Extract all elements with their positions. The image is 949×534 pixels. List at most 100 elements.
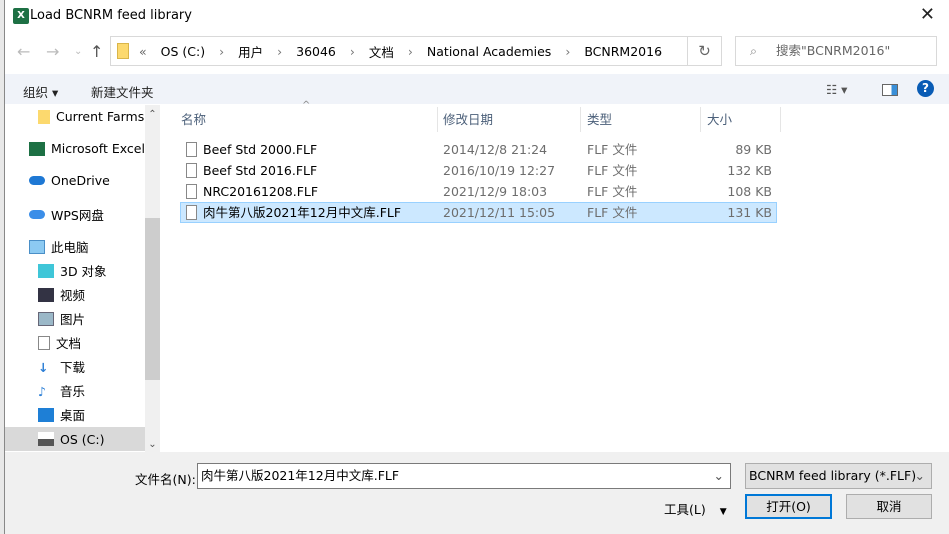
- sidebar-item-label: WPS网盘: [51, 208, 104, 223]
- column-header-name[interactable]: 名称: [181, 107, 206, 132]
- sidebar-item-os-c[interactable]: OS (C:): [5, 427, 145, 451]
- picture-icon: [38, 311, 54, 326]
- breadcrumb-overflow[interactable]: «: [139, 44, 147, 59]
- open-button[interactable]: 打开(O): [745, 494, 832, 519]
- file-row[interactable]: Beef Std 2000.FLF 2014/12/8 21:24 FLF 文件 89…: [180, 139, 777, 160]
- column-divider[interactable]: [780, 107, 781, 132]
- close-button[interactable]: ✕: [920, 4, 935, 25]
- sidebar-item-documents[interactable]: 文档: [38, 333, 81, 352]
- file-name: 肉牛第八版2021年12月中文库.FLF: [203, 205, 402, 220]
- file-icon: [186, 184, 197, 199]
- file-name: Beef Std 2016.FLF: [203, 163, 318, 178]
- filename-value: 肉牛第八版2021年12月中文库.FLF: [201, 468, 400, 483]
- refresh-button[interactable]: ↻: [688, 36, 722, 66]
- column-divider[interactable]: [580, 107, 581, 132]
- breadcrumb-item[interactable]: 36046: [296, 44, 336, 59]
- sidebar-item-excel[interactable]: Microsoft Excel: [29, 141, 145, 156]
- file-size: 108 KB: [727, 184, 772, 199]
- file-date: 2021/12/11 15:05: [443, 205, 556, 220]
- file-icon: [186, 163, 197, 178]
- file-type-select[interactable]: BCNRM feed library (*.FLF) ⌄: [745, 463, 932, 489]
- search-input[interactable]: ⌕ 搜索"BCNRM2016": [735, 36, 937, 66]
- sidebar-item-label: 音乐: [60, 384, 86, 399]
- drive-icon: [38, 432, 54, 446]
- sort-ascending-icon: ^: [302, 100, 311, 111]
- file-size: 89 KB: [735, 142, 772, 157]
- sidebar-item-video[interactable]: 视频: [38, 285, 85, 304]
- chevron-down-icon: ⌄: [914, 468, 925, 483]
- breadcrumb-item[interactable]: 用户: [238, 42, 263, 61]
- file-icon: [186, 142, 197, 157]
- sidebar-item-label: Current Farms: [56, 109, 145, 124]
- column-header-date[interactable]: 修改日期: [443, 107, 493, 132]
- file-type: FLF 文件: [587, 163, 638, 178]
- preview-pane-icon[interactable]: [882, 84, 898, 96]
- filename-input[interactable]: 肉牛第八版2021年12月中文库.FLF ⌄: [197, 463, 731, 489]
- column-divider[interactable]: [700, 107, 701, 132]
- sidebar-item-pictures[interactable]: 图片: [38, 309, 85, 328]
- sidebar-item-label: 视频: [60, 288, 86, 303]
- column-divider[interactable]: [437, 107, 438, 132]
- file-size: 131 KB: [727, 205, 772, 220]
- column-header-size[interactable]: 大小: [707, 107, 732, 132]
- sidebar-item-downloads[interactable]: ↓ 下载: [38, 357, 85, 376]
- music-icon: ♪: [38, 383, 46, 399]
- organize-button[interactable]: 组织 ▾: [23, 82, 58, 101]
- file-type: FLF 文件: [587, 142, 638, 157]
- sidebar-item-label: 文档: [56, 336, 82, 351]
- sidebar-item-this-pc[interactable]: 此电脑: [29, 237, 89, 256]
- sidebar-item-label: 桌面: [60, 408, 86, 423]
- chevron-down-icon[interactable]: ⌄: [714, 464, 724, 488]
- file-date: 2021/12/9 18:03: [443, 184, 548, 199]
- sidebar-item-desktop[interactable]: 桌面: [38, 405, 85, 424]
- sidebar-item-wps[interactable]: WPS网盘: [29, 205, 104, 224]
- file-name: NRC20161208.FLF: [203, 184, 319, 199]
- file-size: 132 KB: [727, 163, 772, 178]
- tools-button[interactable]: 工具(L) ▼: [664, 499, 727, 518]
- address-bar[interactable]: « OS (C:) › 用户 › 36046 › 文档 › National Acade…: [110, 36, 688, 66]
- sidebar-item-onedrive[interactable]: OneDrive: [29, 173, 110, 188]
- cube-icon: [38, 263, 54, 278]
- breadcrumb-item[interactable]: BCNRM2016: [584, 44, 662, 59]
- breadcrumb-item[interactable]: 文档: [369, 42, 394, 61]
- cancel-button[interactable]: 取消: [846, 494, 932, 519]
- tools-label: 工具(L): [664, 502, 706, 517]
- up-button[interactable]: ↑: [90, 42, 103, 61]
- folder-icon: [117, 43, 129, 59]
- sidebar-item-label: Microsoft Excel: [51, 141, 145, 156]
- sidebar-item-label: 图片: [60, 312, 86, 327]
- file-row[interactable]: NRC20161208.FLF 2021/12/9 18:03 FLF 文件 108 …: [180, 181, 777, 202]
- scrollbar-thumb[interactable]: [145, 218, 160, 380]
- search-placeholder: 搜索"BCNRM2016": [776, 43, 891, 58]
- file-date: 2014/12/8 21:24: [443, 142, 548, 157]
- forward-button[interactable]: →: [46, 42, 59, 61]
- breadcrumb-item[interactable]: National Academies: [427, 44, 551, 59]
- desktop-icon: [38, 407, 54, 422]
- file-row[interactable]: Beef Std 2016.FLF 2016/10/19 12:27 FLF 文件 1…: [180, 160, 777, 181]
- sidebar-item-music[interactable]: ♪ 音乐: [38, 381, 85, 400]
- new-folder-button[interactable]: 新建文件夹: [91, 82, 154, 101]
- chevron-down-icon[interactable]: ⌄: [653, 44, 663, 59]
- file-type: FLF 文件: [587, 184, 638, 199]
- caret-down-icon: ▼: [719, 507, 727, 517]
- breadcrumb-item[interactable]: OS (C:): [161, 44, 205, 59]
- window-title: Load BCNRM feed library: [30, 8, 192, 23]
- sidebar-item-label: 3D 对象: [60, 264, 107, 279]
- sidebar-item-label: OS (C:): [60, 431, 105, 447]
- excel-icon: [29, 141, 45, 156]
- sidebar-item-3d[interactable]: 3D 对象: [38, 261, 107, 280]
- view-options-icon[interactable]: ☷ ▾: [826, 82, 847, 97]
- recent-dropdown[interactable]: ⌄: [74, 46, 82, 57]
- sidebar-item-label: OneDrive: [51, 173, 110, 188]
- folder-icon: [38, 109, 50, 124]
- help-icon[interactable]: ?: [917, 80, 934, 97]
- file-row-selected[interactable]: 肉牛第八版2021年12月中文库.FLF 2021/12/11 15:05 FLF …: [180, 202, 777, 223]
- column-header-type[interactable]: 类型: [587, 107, 612, 132]
- file-type-value: BCNRM feed library (*.FLF): [749, 468, 917, 483]
- file-name: Beef Std 2000.FLF: [203, 142, 318, 157]
- navigation-pane: Current Farms Microsoft Excel OneDrive W…: [5, 105, 145, 452]
- file-date: 2016/10/19 12:27: [443, 163, 556, 178]
- document-icon: [38, 335, 50, 350]
- sidebar-item-current-farms[interactable]: Current Farms: [38, 109, 144, 124]
- back-button[interactable]: ←: [17, 42, 30, 61]
